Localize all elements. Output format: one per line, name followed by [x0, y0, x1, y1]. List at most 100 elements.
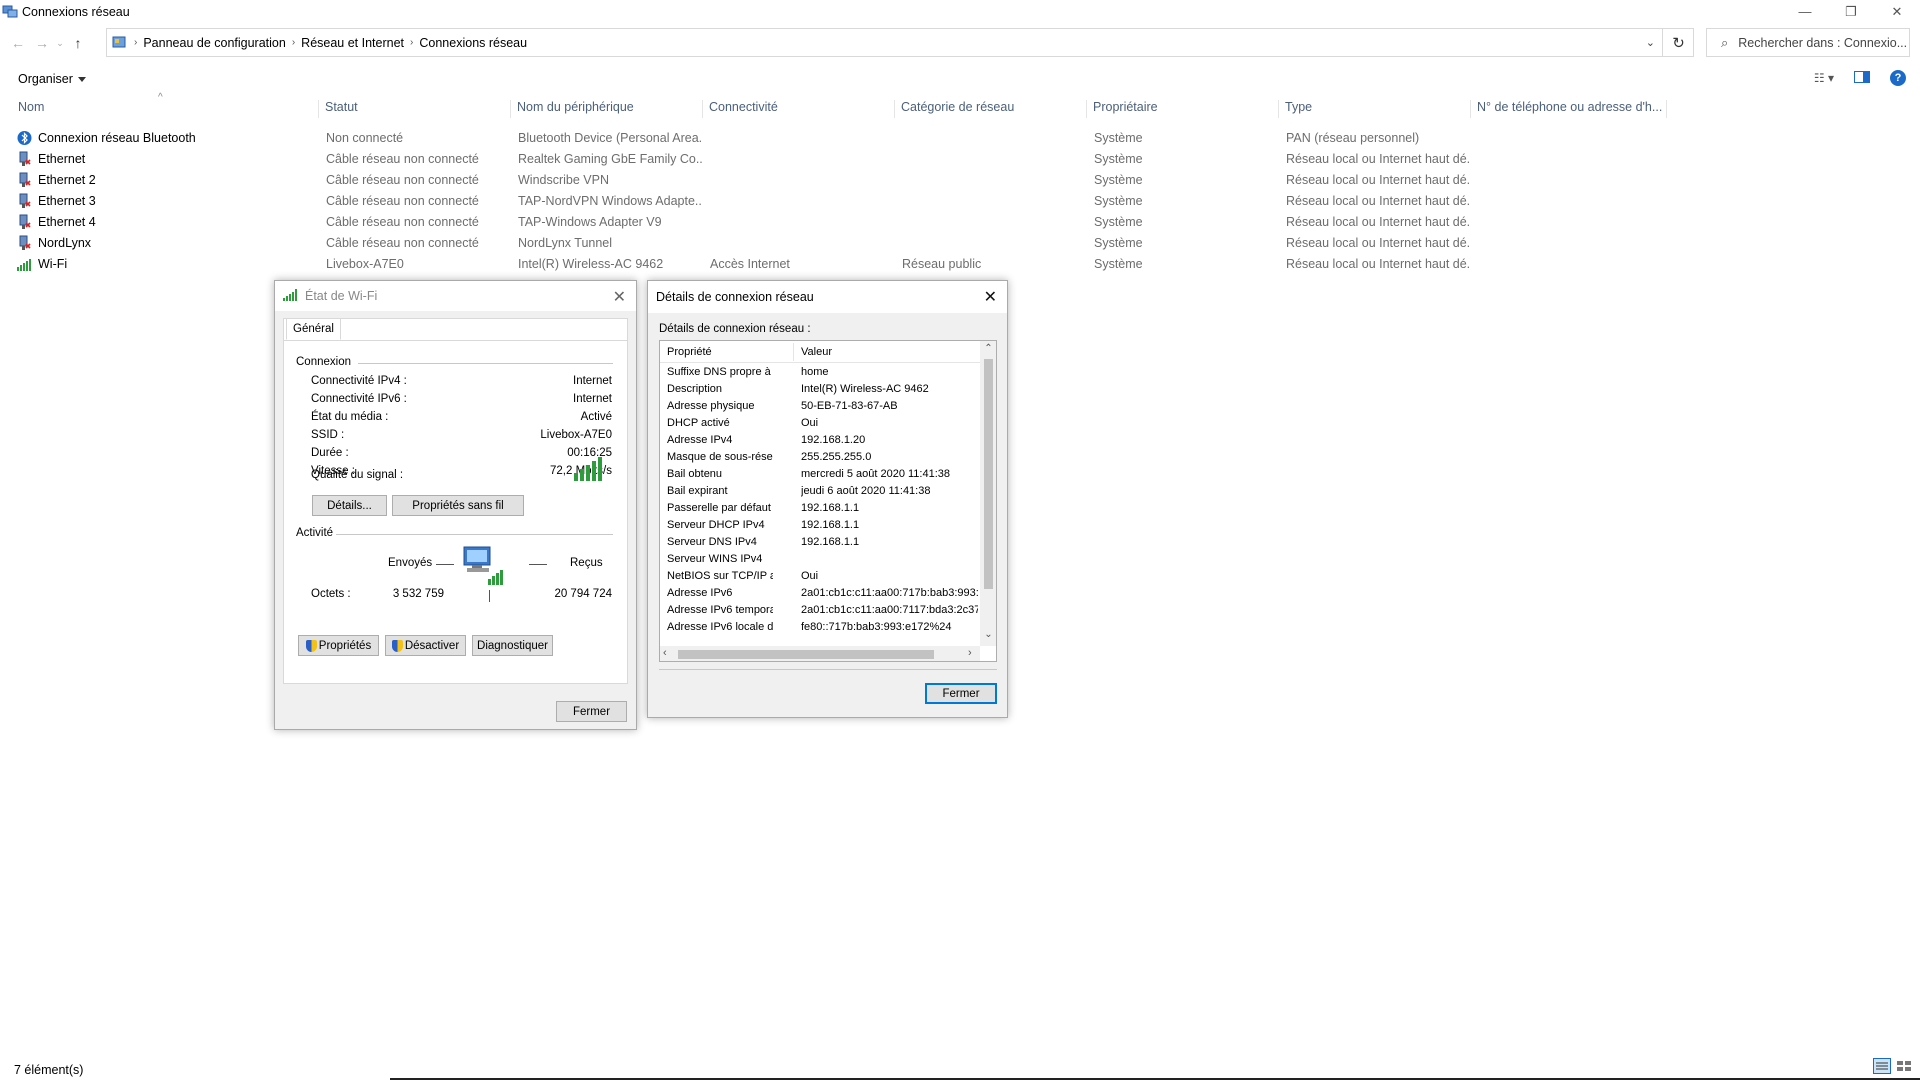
connection-row[interactable]: NordLynx Câble réseau non connecté NordLyn…: [0, 233, 1920, 254]
detail-row[interactable]: Adresse IPv6 2a01:cb1c:c11:aa00:717b:bab3…: [660, 587, 980, 604]
disable-button[interactable]: Désactiver: [385, 635, 466, 656]
back-arrow-icon[interactable]: ←: [6, 35, 30, 51]
breadcrumb[interactable]: › Panneau de configuration › Réseau et I…: [106, 28, 1694, 57]
column-header-device[interactable]: Nom du périphérique: [511, 100, 703, 118]
detail-row[interactable]: Serveur WINS IPv4: [660, 553, 980, 570]
forward-arrow-icon[interactable]: →: [30, 35, 54, 51]
view-options-icon[interactable]: ☷ ▾: [1814, 71, 1834, 85]
column-header-name[interactable]: Nom: [12, 100, 319, 118]
breadcrumb-control-panel[interactable]: Panneau de configuration: [137, 36, 291, 50]
detail-row[interactable]: Description Intel(R) Wireless-AC 9462: [660, 383, 980, 400]
refresh-icon[interactable]: ↻: [1662, 28, 1694, 57]
organize-menu[interactable]: Organiser: [18, 72, 86, 86]
wifi-close-button[interactable]: Fermer: [556, 701, 627, 722]
detail-row[interactable]: Bail obtenu mercredi 5 août 2020 11:41:38: [660, 468, 980, 485]
ethernet-icon: [17, 172, 32, 188]
details-close-button[interactable]: Fermer: [925, 683, 997, 704]
horizontal-scroll-thumb[interactable]: [678, 650, 934, 659]
scroll-down-icon[interactable]: ⌄: [980, 629, 996, 640]
detail-row[interactable]: DHCP activé Oui: [660, 417, 980, 434]
properties-button[interactable]: Propriétés: [298, 635, 379, 656]
wireless-properties-button[interactable]: Propriétés sans fil: [392, 495, 524, 516]
detail-row[interactable]: Bail expirant jeudi 6 août 2020 11:41:38: [660, 485, 980, 502]
connection-row[interactable]: Ethernet 3 Câble réseau non connecté TAP-N…: [0, 191, 1920, 212]
recent-dropdown-icon[interactable]: ⌄: [54, 38, 66, 49]
detail-row[interactable]: Adresse physique 50-EB-71-83-67-AB: [660, 400, 980, 417]
column-header-value[interactable]: Valeur: [801, 346, 832, 358]
ethernet-icon: [17, 151, 32, 167]
detail-property: NetBIOS sur TCP/IP act...: [667, 570, 773, 582]
connection-type: Réseau local ou Internet haut dé...: [1286, 152, 1471, 166]
connection-type: Réseau local ou Internet haut dé...: [1286, 236, 1471, 250]
detail-row[interactable]: Serveur DNS IPv4 192.168.1.1: [660, 536, 980, 553]
column-header-connectivity[interactable]: Connectivité: [703, 100, 895, 118]
column-header-category[interactable]: Catégorie de réseau: [895, 100, 1087, 118]
details-titlebar: Détails de connexion réseau ✕: [648, 281, 1007, 313]
column-header-phone[interactable]: N° de téléphone ou adresse d'h...: [1471, 100, 1667, 118]
search-input[interactable]: ⌕ Rechercher dans : Connexio...: [1706, 28, 1910, 57]
detail-row[interactable]: Suffixe DNS propre à la ... home: [660, 366, 980, 383]
connection-row[interactable]: Ethernet Câble réseau non connecté Realtek…: [0, 149, 1920, 170]
search-icon: ⌕: [1721, 34, 1729, 50]
breadcrumb-network-internet[interactable]: Réseau et Internet: [295, 36, 410, 50]
column-header-type[interactable]: Type: [1279, 100, 1471, 118]
vertical-scrollbar[interactable]: ⌃ ⌄: [980, 341, 996, 646]
connection-row[interactable]: Ethernet 4 Câble réseau non connecté TAP-W…: [0, 212, 1920, 233]
help-icon[interactable]: ?: [1890, 70, 1906, 86]
connection-owner: Système: [1094, 173, 1143, 187]
detail-property: Serveur WINS IPv4: [667, 553, 763, 565]
connection-name: Ethernet: [38, 152, 86, 166]
connection-row[interactable]: Wi-Fi Livebox-A7E0 Intel(R) Wireless-AC 94…: [0, 254, 1920, 275]
address-dropdown-icon[interactable]: ⌄: [1646, 36, 1655, 49]
wifi-icon: [17, 256, 32, 272]
detail-property: DHCP activé: [667, 417, 730, 429]
close-icon[interactable]: ✕: [984, 287, 997, 307]
bluetooth-icon: [17, 130, 32, 146]
scroll-left-icon[interactable]: ‹: [663, 647, 667, 659]
connection-device: Windscribe VPN: [518, 173, 609, 187]
details-view-icon[interactable]: [1873, 1058, 1891, 1077]
restore-button[interactable]: ❐: [1828, 0, 1874, 23]
connection-row[interactable]: Connexion réseau Bluetooth Non connecté Bl…: [0, 128, 1920, 149]
details-title: Détails de connexion réseau: [656, 290, 814, 304]
diagnose-button[interactable]: Diagnostiquer: [472, 635, 553, 656]
detail-row[interactable]: NetBIOS sur TCP/IP act... Oui: [660, 570, 980, 587]
properties-button-label: Propriétés: [318, 639, 372, 652]
detail-row[interactable]: Passerelle par défaut IPv4 192.168.1.1: [660, 502, 980, 519]
minimize-button[interactable]: —: [1782, 0, 1828, 23]
connection-device: Intel(R) Wireless-AC 9462: [518, 257, 664, 271]
detail-value: 50-EB-71-83-67-AB: [801, 400, 898, 412]
column-header-owner[interactable]: Propriétaire: [1087, 100, 1279, 118]
connection-status: Non connecté: [326, 131, 404, 145]
detail-value: jeudi 6 août 2020 11:41:38: [801, 485, 931, 497]
close-button[interactable]: ✕: [1874, 0, 1920, 23]
close-icon[interactable]: ✕: [613, 287, 626, 307]
detail-row[interactable]: Masque de sous-réseau ... 255.255.255.0: [660, 451, 980, 468]
detail-row[interactable]: Adresse IPv6 locale de li... fe80::717b:b…: [660, 621, 980, 638]
detail-property: Adresse physique: [667, 400, 755, 412]
details-header: Propriété Valeur: [660, 341, 980, 363]
detail-value: 255.255.255.0: [801, 451, 872, 463]
detail-property: Passerelle par défaut IPv4: [667, 502, 773, 514]
detail-property: Adresse IPv6 locale de li...: [667, 621, 773, 633]
vertical-scroll-thumb[interactable]: [984, 359, 993, 589]
details-table[interactable]: Propriété Valeur Suffixe DNS propre à la…: [659, 340, 997, 662]
preview-pane-icon[interactable]: [1854, 70, 1870, 86]
column-header-property[interactable]: Propriété: [667, 346, 712, 358]
wifi-status-dialog: État de Wi-Fi ✕ Général Connexion Connec…: [274, 280, 637, 730]
large-icons-view-icon[interactable]: [1895, 1058, 1913, 1077]
detail-row[interactable]: Adresse IPv6 temporaire 2a01:cb1c:c11:aa0…: [660, 604, 980, 621]
detail-row[interactable]: Serveur DHCP IPv4 192.168.1.1: [660, 519, 980, 536]
breadcrumb-network-connections[interactable]: Connexions réseau: [413, 36, 533, 50]
up-arrow-icon[interactable]: ↑: [66, 35, 90, 51]
tab-general[interactable]: Général: [286, 318, 341, 340]
detail-row[interactable]: Adresse IPv4 192.168.1.20: [660, 434, 980, 451]
connection-row[interactable]: Ethernet 2 Câble réseau non connecté Winds…: [0, 170, 1920, 191]
scroll-right-icon[interactable]: ›: [968, 647, 972, 659]
horizontal-scrollbar[interactable]: ‹ ›: [660, 646, 980, 661]
scroll-up-icon[interactable]: ⌃: [980, 343, 996, 354]
network-activity-icon: [462, 545, 508, 592]
column-header-status[interactable]: Statut: [319, 100, 511, 118]
details-button[interactable]: Détails...: [312, 495, 387, 516]
field-label: Durée :: [311, 447, 349, 459]
